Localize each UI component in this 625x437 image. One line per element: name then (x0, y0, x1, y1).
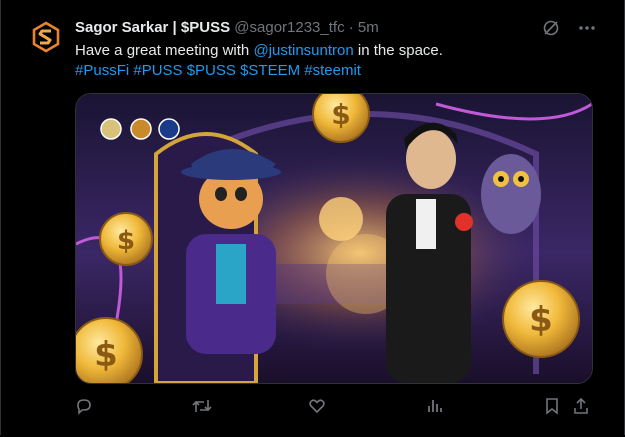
action-bar (75, 397, 591, 417)
header-icons (542, 19, 596, 37)
grok-icon[interactable] (542, 19, 560, 37)
tweet-text: Have a great meeting with @justinsuntron… (75, 41, 595, 81)
tweet-header: Sagor Sarkar | $PUSS @sagor1233_tfc · 5m (75, 18, 379, 38)
text-part-2: in the space. (353, 42, 443, 59)
svg-text:$: $ (94, 335, 118, 375)
avatar[interactable] (29, 20, 63, 54)
reply-icon[interactable] (75, 397, 95, 417)
tweet-card[interactable]: Sagor Sarkar | $PUSS @sagor1233_tfc · 5m… (0, 0, 625, 435)
separator: · (348, 19, 354, 36)
views-icon[interactable] (426, 397, 446, 417)
like-icon[interactable] (308, 397, 328, 417)
user-handle[interactable]: @sagor1233_tfc (234, 19, 344, 36)
retweet-icon[interactable] (192, 397, 212, 417)
bookmark-icon[interactable] (543, 397, 563, 417)
mention-link[interactable]: @justinsuntron (253, 42, 353, 59)
svg-text:$: $ (331, 98, 350, 131)
display-name[interactable]: Sagor Sarkar | $PUSS (75, 19, 230, 36)
hashtag-links[interactable]: #PussFi #PUSS $PUSS $STEEM #steemit (75, 62, 361, 79)
tweet-image[interactable]: $ $ $ $ (75, 93, 593, 384)
more-icon[interactable] (578, 19, 596, 37)
illustration-image: $ $ $ $ (76, 94, 592, 383)
puss-logo-icon (29, 20, 63, 54)
svg-text:$: $ (529, 300, 553, 340)
text-part-1: Have a great meeting with (75, 42, 254, 59)
share-icon[interactable] (572, 397, 592, 417)
timestamp[interactable]: 5m (358, 19, 379, 36)
svg-text:$: $ (117, 226, 135, 256)
